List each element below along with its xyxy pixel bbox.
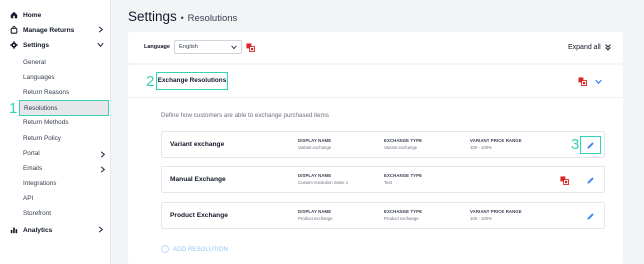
exchange-type-header: EXCHANGE TYPE (384, 173, 423, 178)
exchange-type-header: EXCHANGE TYPE (384, 209, 423, 214)
add-resolution-label: ADD RESOLUTION (173, 245, 229, 253)
price-range-header: VARIANT PRICE RANGE (470, 209, 522, 214)
resolutions-description: Define how customers are able to exchang… (161, 112, 329, 119)
annotation-3: 3 (571, 136, 580, 153)
resolutions-header[interactable]: Exchange Resolutions (128, 65, 623, 98)
chevron-right-icon (98, 26, 104, 33)
display-name-col: DISPLAY NAME Custom resolution name 1 (298, 173, 348, 185)
translate-icon[interactable] (578, 77, 587, 86)
chevron-right-icon (100, 166, 106, 173)
chevron-down-icon[interactable] (594, 77, 603, 86)
language-select[interactable]: English (174, 40, 242, 54)
price-range-header: VARIANT PRICE RANGE (470, 138, 522, 143)
sidebar-item-api[interactable]: API (23, 193, 33, 205)
language-select-value: English (179, 44, 199, 50)
nav-home[interactable]: Home (9, 9, 107, 21)
sidebar-item-emails[interactable]: Emails (23, 163, 42, 175)
exchange-type-value: Test (384, 179, 392, 185)
resolutions-title: Exchange Resolutions (156, 72, 228, 90)
display-name-col: DISPLAY NAME Product exchange (298, 209, 333, 221)
page-title: Settings • Resolutions (128, 9, 237, 24)
display-name-header: DISPLAY NAME (298, 209, 332, 214)
price-range-col: VARIANT PRICE RANGE 100 - 100% (470, 138, 522, 150)
price-range-value: 100 - 100% (470, 144, 492, 150)
title-separator: • (180, 13, 184, 24)
resolution-name: Variant exchange (170, 141, 225, 148)
gear-icon (9, 41, 18, 50)
nav-manage-returns[interactable]: Manage Returns (9, 24, 107, 36)
expand-all-button[interactable]: Expand all (568, 43, 612, 51)
translate-icon[interactable] (246, 43, 255, 52)
bag-icon (9, 26, 18, 35)
expand-all-label: Expand all (568, 43, 601, 51)
language-label: Language (144, 44, 170, 50)
nav-manage-returns-label: Manage Returns (23, 26, 75, 34)
resolution-name: Product Exchange (170, 212, 228, 219)
sidebar-item-return-reasons[interactable]: Return Reasons (23, 87, 69, 99)
nav-analytics-label: Analytics (23, 226, 53, 234)
sidebar-item-resolutions[interactable]: Resolutions (19, 100, 109, 116)
annotation-1: 1 (9, 100, 18, 117)
resolution-row-manual[interactable]: Manual Exchange DISPLAY NAME Custom reso… (161, 166, 605, 193)
display-name-value: Custom resolution name 1 (298, 179, 349, 185)
nav-settings-label: Settings (23, 41, 50, 49)
sidebar-item-general[interactable]: General (23, 57, 46, 69)
chevron-right-icon (98, 226, 104, 233)
resolution-name: Manual Exchange (170, 176, 226, 183)
sidebar: Home Manage Returns Settings General Lan… (0, 0, 111, 264)
add-resolution-button[interactable]: ADD RESOLUTION (161, 245, 228, 253)
nav-analytics[interactable]: Analytics (9, 224, 107, 236)
page-subtitle: Resolutions (187, 13, 238, 24)
display-name-header: DISPLAY NAME (298, 138, 332, 143)
exchange-type-col: EXCHANGE TYPE Variant exchange (384, 138, 422, 150)
annotation-2: 2 (146, 73, 155, 90)
exchange-type-value: Product exchange (384, 215, 419, 221)
resolution-row-variant[interactable]: Variant exchange DISPLAY NAME Variant ex… (161, 131, 605, 158)
sidebar-item-portal[interactable]: Portal (23, 148, 40, 160)
double-chevron-down-icon (604, 44, 611, 51)
display-name-value: Variant exchange (298, 144, 332, 150)
pencil-icon[interactable] (586, 141, 595, 150)
sidebar-item-integrations[interactable]: Integrations (23, 178, 56, 190)
bar-chart-icon (9, 226, 18, 235)
display-name-header: DISPLAY NAME (298, 173, 332, 178)
price-range-col: VARIANT PRICE RANGE 100 - 100% (470, 209, 522, 221)
resolutions-card: Exchange Resolutions Define how customer… (128, 65, 623, 264)
exchange-type-col: EXCHANGE TYPE Test (384, 173, 422, 185)
nav-home-label: Home (23, 11, 42, 19)
home-icon (9, 11, 18, 20)
exchange-type-value: Variant exchange (384, 144, 418, 150)
price-range-value: 100 - 100% (470, 215, 492, 221)
sidebar-item-languages[interactable]: Languages (23, 72, 55, 84)
sidebar-item-return-methods[interactable]: Return Methods (23, 117, 68, 129)
sidebar-item-return-policy[interactable]: Return Policy (23, 133, 61, 145)
pencil-icon[interactable] (586, 212, 595, 221)
exchange-type-header: EXCHANGE TYPE (384, 138, 423, 143)
pencil-icon[interactable] (586, 176, 595, 185)
display-name-value: Product exchange (298, 215, 333, 221)
page-title-main: Settings (128, 9, 177, 24)
chevron-down-icon (97, 42, 104, 48)
resolution-row-product[interactable]: Product Exchange DISPLAY NAME Product ex… (161, 202, 605, 229)
chevron-down-icon (231, 45, 237, 50)
nav-settings[interactable]: Settings (9, 39, 107, 51)
display-name-col: DISPLAY NAME Variant exchange (298, 138, 331, 150)
exchange-type-col: EXCHANGE TYPE Product exchange (384, 209, 422, 221)
sidebar-item-storefront[interactable]: Storefront (23, 208, 51, 220)
language-bar: Language English Expand all (128, 32, 623, 63)
translate-icon[interactable] (560, 176, 569, 185)
plus-circle-icon (161, 245, 169, 253)
chevron-right-icon (100, 151, 106, 158)
